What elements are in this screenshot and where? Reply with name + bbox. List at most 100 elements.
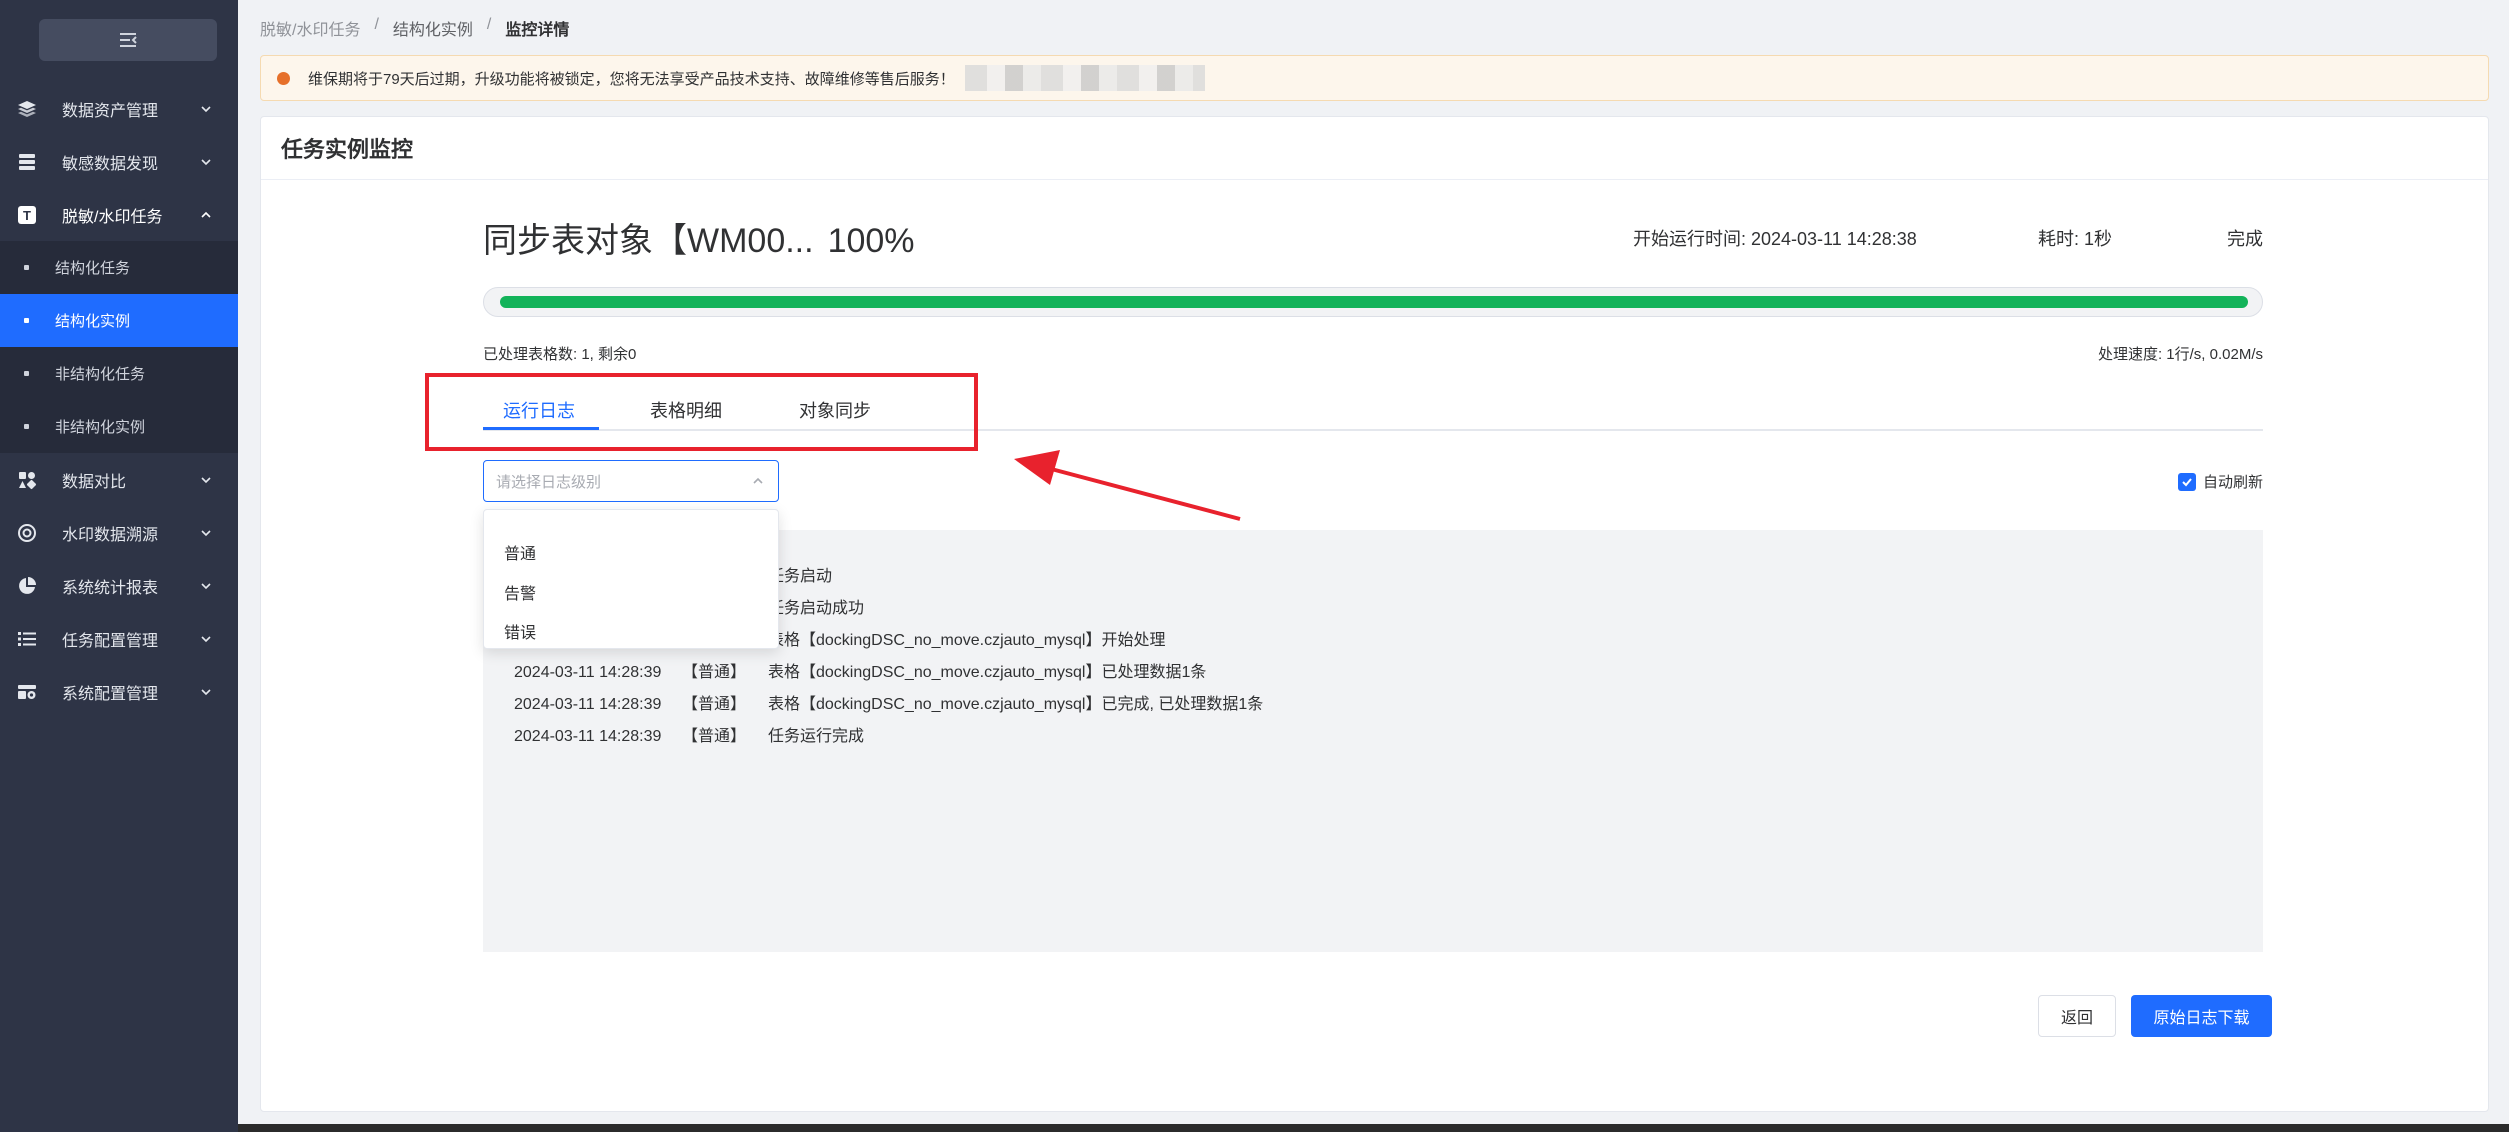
sidebar: 数据资产管理 敏感数据发现 T 脱敏/水印任务 结构化任务 结构化实例 非结构化… [0,0,238,1132]
task-title: 同步表对象【WM00... 100% [483,213,915,262]
breadcrumb-item[interactable]: 脱敏/水印任务 [260,16,360,40]
sidebar-item-watermark-trace[interactable]: 水印数据溯源 [0,506,238,559]
sidebar-item-stats-report[interactable]: 系统统计报表 [0,559,238,612]
back-button[interactable]: 返回 [2038,995,2116,1037]
log-line: 2024-03-11 14:28:39 【普通】 任务运行完成 [514,722,864,746]
submenu-item-structured-task[interactable]: 结构化任务 [0,241,238,294]
main-content: 脱敏/水印任务 / 结构化实例 / 监控详情 维保期将于79天后过期，升级功能将… [238,0,2509,1132]
collapse-sidebar-button[interactable] [39,19,217,61]
chevron-down-icon [201,105,211,112]
submenu-item-unstructured-task[interactable]: 非结构化任务 [0,347,238,400]
submenu-item-label: 结构化任务 [55,260,131,277]
bullet-icon [24,265,29,270]
progress-bar [483,287,2263,317]
log-level: 【普通】 [682,696,747,713]
breadcrumb-separator: / [486,16,492,33]
sidebar-item-label: 任务配置管理 [62,632,159,650]
log-message: 任务运行完成 [768,728,865,745]
log-time: 2024-03-11 14:28:39 [514,728,662,745]
task-name: 同步表对象【WM00... [483,222,814,260]
checkbox-checked-icon [2177,472,2196,491]
submenu-item-label: 结构化实例 [55,313,131,330]
database-icon [16,151,38,173]
chevron-down-icon [201,688,211,695]
log-line: 2024-03-11 14:28:39 【普通】 表格【dockingDSC_no_… [514,658,1206,682]
submenu-item-unstructured-instance[interactable]: 非结构化实例 [0,400,238,453]
option-warning[interactable]: 告警 [504,580,536,604]
log-time: 2024-03-11 14:28:39 [514,664,662,681]
monitor-card: 任务实例监控 同步表对象【WM00... 100% 开始运行时间: 2024-03… [260,116,2489,1112]
menu-fold-icon [120,33,137,47]
processed-count: 已处理表格数: 1, 剩余0 [483,346,637,363]
redacted-contact [964,65,1205,91]
sidebar-item-mask-watermark[interactable]: T 脱敏/水印任务 [0,188,238,241]
sidebar-item-data-assets[interactable]: 数据资产管理 [0,82,238,135]
log-line: 2024-03-11 14:28:39 【普通】 表格【dockingDSC_no_… [514,690,1263,714]
sidebar-item-system-config[interactable]: 系统配置管理 [0,665,238,718]
sidebar-item-label: 数据对比 [62,473,127,491]
chevron-up-icon [201,211,211,218]
maintenance-notice: 维保期将于79天后过期，升级功能将被锁定，您将无法享受产品技术支持、故障维修等售… [260,55,2489,101]
target-icon [16,522,38,544]
chevron-down-icon [201,582,211,589]
breadcrumb-current: 监控详情 [505,22,570,39]
submenu-mask-watermark: 结构化任务 结构化实例 非结构化任务 非结构化实例 [0,241,238,453]
submenu-item-label: 非结构化实例 [55,419,146,436]
progress-fill [500,296,2248,308]
chevron-down-icon [201,635,211,642]
sidebar-item-task-config[interactable]: 任务配置管理 [0,612,238,665]
annotation-highlight-box [425,373,978,451]
layers-icon [16,98,38,120]
log-message: 表格【dockingDSC_no_move.czjauto_mysql】开始处理 [768,632,1166,649]
svg-text:T: T [23,208,31,223]
task-percent: 100% [827,222,915,260]
list-icon [16,628,38,650]
submenu-item-label: 非结构化任务 [55,366,146,383]
bullet-icon [24,318,29,323]
log-message: 表格【dockingDSC_no_move.czjauto_mysql】已处理数… [768,664,1207,681]
log-level-dropdown: 普通 告警 错误 [483,509,779,649]
processing-speed: 处理速度: 1行/s, 0.02M/s [2097,346,2263,363]
sidebar-item-data-compare[interactable]: 数据对比 [0,453,238,506]
bullet-icon [24,371,29,376]
log-time: 2024-03-11 14:28:39 [514,696,662,713]
duration: 耗时: 1秒 [2038,229,2113,249]
sidebar-item-label: 脱敏/水印任务 [62,208,163,226]
submenu-item-structured-instance[interactable]: 结构化实例 [0,294,238,347]
log-level: 【普通】 [682,664,747,681]
auto-refresh-label: 自动刷新 [2202,474,2263,491]
option-normal[interactable]: 普通 [504,540,536,564]
sidebar-menu: 数据资产管理 敏感数据发现 T 脱敏/水印任务 结构化任务 结构化实例 非结构化… [0,82,238,718]
sidebar-item-label: 敏感数据发现 [62,155,159,173]
start-time: 开始运行时间: 2024-03-11 14:28:38 [1633,229,1917,249]
log-level: 【普通】 [682,728,747,745]
log-message: 任务启动成功 [768,600,865,617]
task-status: 完成 [2227,229,2263,249]
tools-icon [16,469,38,491]
bullet-icon [24,424,29,429]
sidebar-item-sensitive-discovery[interactable]: 敏感数据发现 [0,135,238,188]
auto-refresh-checkbox[interactable]: 自动刷新 [2177,471,2263,492]
sidebar-item-label: 系统配置管理 [62,685,159,703]
chevron-up-icon [753,477,763,484]
sidebar-item-label: 系统统计报表 [62,579,159,597]
chevron-down-icon [201,529,211,536]
warning-dot-icon [277,71,290,85]
select-placeholder: 请选择日志级别 [496,473,602,491]
sidebar-item-label: 数据资产管理 [62,102,159,120]
download-log-button[interactable]: 原始日志下载 [2131,995,2272,1037]
log-message: 表格【dockingDSC_no_move.czjauto_mysql】已完成,… [768,696,1264,713]
text-t-icon: T [16,204,38,226]
log-level-select[interactable]: 请选择日志级别 [483,460,779,502]
option-error[interactable]: 错误 [504,619,536,643]
chevron-down-icon [201,476,211,483]
chevron-down-icon [201,158,211,165]
sidebar-item-label: 水印数据溯源 [62,526,159,544]
breadcrumb-item[interactable]: 结构化实例 [393,16,473,40]
card-title: 任务实例监控 [261,117,2488,180]
settings-panel-icon [16,681,38,703]
pie-chart-icon [16,575,38,597]
breadcrumb: 脱敏/水印任务 / 结构化实例 / 监控详情 [260,16,569,40]
notice-text: 维保期将于79天后过期，升级功能将被锁定，您将无法享受产品技术支持、故障维修等售… [308,70,955,88]
bottom-bar [238,1124,2509,1132]
